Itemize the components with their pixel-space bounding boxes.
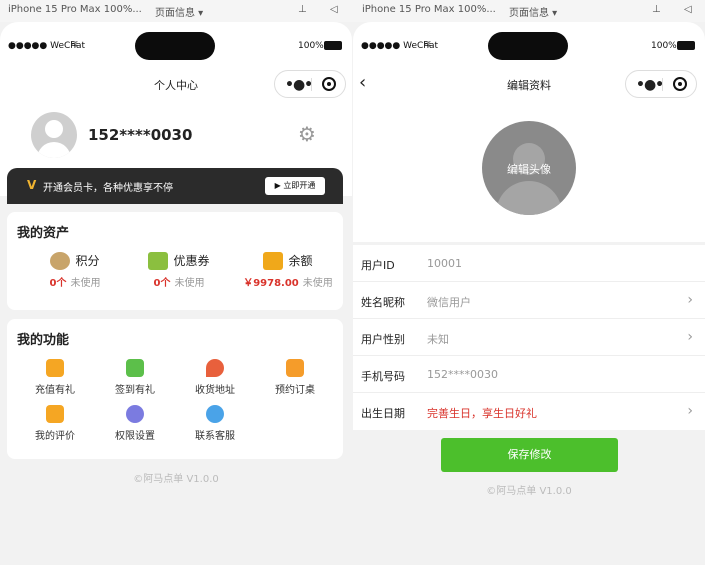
page-info-left[interactable]: 页面信息 ▾ bbox=[155, 4, 203, 19]
device-selector-left[interactable]: iPhone 15 Pro Max 100%... bbox=[8, 4, 142, 15]
battery-text: 100% bbox=[651, 41, 677, 51]
more-icon[interactable]: •●• bbox=[285, 77, 313, 93]
vip-banner[interactable]: V 开通会员卡，各种优惠享不停 ▶ 立即开通 bbox=[7, 168, 343, 204]
row-gender[interactable]: 用户性别 未知 › bbox=[353, 319, 705, 356]
user-phone: 152****0030 bbox=[88, 126, 193, 144]
footer-copyright: ©阿马点单 V1.0.0 bbox=[486, 486, 572, 497]
coupon-icon bbox=[148, 251, 169, 270]
dynamic-island bbox=[135, 32, 215, 60]
chevron-right-icon: › bbox=[687, 292, 693, 308]
pin-icon[interactable]: ⊥ bbox=[298, 4, 307, 15]
pin-icon[interactable]: ⊥ bbox=[652, 4, 661, 15]
mini-program-capsule: •●• bbox=[625, 70, 697, 98]
func-reservation[interactable]: 预约订桌 bbox=[260, 359, 330, 396]
device-selector-right[interactable]: iPhone 15 Pro Max 100%... bbox=[362, 4, 496, 15]
functions-title: 我的功能 bbox=[17, 333, 70, 348]
coins-icon bbox=[50, 251, 71, 270]
battery-icon bbox=[677, 41, 695, 50]
func-checkin[interactable]: 签到有礼 bbox=[100, 359, 170, 396]
asset-coupons[interactable]: 优惠券 0个 未使用 bbox=[129, 250, 229, 289]
assets-card: 我的资产 积分 0个 未使用 优惠券 0个 未使用 余额 ￥9978.00 未使用 bbox=[7, 212, 343, 310]
func-address[interactable]: 收货地址 bbox=[180, 359, 250, 396]
vip-promo-text: 开通会员卡，各种优惠享不停 bbox=[43, 183, 173, 194]
wifi-icon: ≋ bbox=[423, 39, 432, 50]
settings-flower-icon bbox=[126, 405, 144, 423]
func-permissions[interactable]: 权限设置 bbox=[100, 405, 170, 442]
row-phone: 手机号码 152****0030 bbox=[353, 356, 705, 393]
row-nickname[interactable]: 姓名昵称 微信用户 › bbox=[353, 282, 705, 319]
row-user-id: 用户ID 10001 bbox=[353, 245, 705, 282]
assets-title: 我的资产 bbox=[17, 226, 70, 241]
wallet-icon bbox=[263, 251, 284, 270]
open-vip-button[interactable]: ▶ 立即开通 bbox=[265, 177, 325, 195]
hourglass-icon bbox=[286, 359, 304, 377]
location-pin-icon bbox=[206, 359, 224, 377]
func-reviews[interactable]: 我的评价 bbox=[20, 405, 90, 442]
func-support[interactable]: 联系客服 bbox=[180, 405, 250, 442]
wifi-icon: ≋ bbox=[70, 39, 79, 50]
status-bar: ●●●●● WeChat ≋ 100% bbox=[353, 22, 705, 62]
asset-points[interactable]: 积分 0个 未使用 bbox=[25, 250, 125, 289]
avatar-section: 编辑头像 bbox=[353, 106, 705, 242]
save-button[interactable]: 保存修改 bbox=[441, 438, 618, 472]
footer-copyright: ©阿马点单 V1.0.0 bbox=[133, 474, 219, 485]
dynamic-island bbox=[488, 32, 568, 60]
edit-avatar[interactable]: 编辑头像 bbox=[482, 121, 576, 215]
functions-card: 我的功能 充值有礼 签到有礼 收货地址 预约订桌 我的评价 权限设置 联系客服 bbox=[7, 319, 343, 459]
chevron-right-icon: › bbox=[687, 329, 693, 345]
row-birthday[interactable]: 出生日期 完善生日，享生日好礼 › bbox=[353, 393, 705, 430]
battery-text: 100% bbox=[298, 41, 324, 51]
func-recharge[interactable]: 充值有礼 bbox=[20, 359, 90, 396]
battery-icon bbox=[324, 41, 342, 50]
calendar-check-icon bbox=[126, 359, 144, 377]
mini-program-capsule: •●• bbox=[274, 70, 346, 98]
status-bar: ●●●●● WeChat ≋ 100% bbox=[0, 22, 352, 62]
edit-avatar-label: 编辑头像 bbox=[507, 163, 551, 176]
more-icon[interactable]: •●• bbox=[636, 77, 664, 93]
settings-gear-icon[interactable]: ⚙ bbox=[298, 122, 316, 146]
collapse-icon[interactable]: ◁ bbox=[684, 4, 692, 15]
recharge-icon bbox=[46, 359, 64, 377]
page-info-right[interactable]: 页面信息 ▾ bbox=[509, 4, 557, 19]
avatar[interactable] bbox=[31, 112, 77, 158]
phone-profile: ●●●●● WeChat ≋ 100% 个人中心 •●• 152****0030… bbox=[0, 22, 352, 565]
collapse-icon[interactable]: ◁ bbox=[330, 4, 338, 15]
phone-edit-profile: ●●●●● WeChat ≋ 100% ‹ 编辑资料 •●• 编辑头像 用户ID… bbox=[353, 22, 705, 565]
devtools-bar: iPhone 15 Pro Max 100%... 页面信息 ▾ ⊥ ◁ iPh… bbox=[0, 0, 705, 22]
chevron-right-icon: › bbox=[687, 403, 693, 419]
asset-balance[interactable]: 余额 ￥9978.00 未使用 bbox=[233, 250, 343, 289]
customer-service-icon bbox=[206, 405, 224, 423]
close-miniprogram-icon[interactable] bbox=[322, 77, 336, 91]
close-miniprogram-icon[interactable] bbox=[673, 77, 687, 91]
review-icon bbox=[46, 405, 64, 423]
vip-crown-icon: V bbox=[27, 178, 37, 192]
